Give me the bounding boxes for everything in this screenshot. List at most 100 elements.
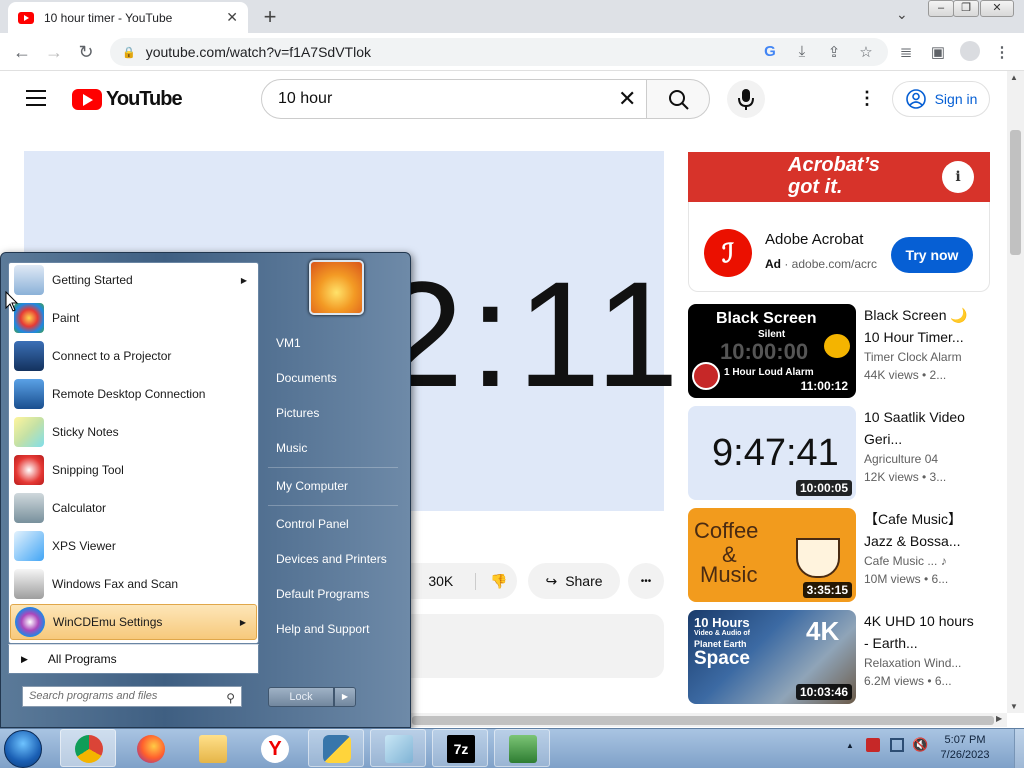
start-item-remote-desktop[interactable]: Remote Desktop Connection: [10, 376, 257, 412]
start-item-sticky-notes[interactable]: Sticky Notes: [10, 414, 257, 450]
more-actions-button[interactable]: •••: [628, 563, 664, 599]
ad-try-now-button[interactable]: Try now: [891, 237, 973, 273]
taskbar-explorer[interactable]: [184, 729, 240, 767]
start-item-paint[interactable]: Paint: [10, 300, 257, 336]
settings-kebab-icon[interactable]: ⋮: [858, 88, 876, 109]
volume-muted-icon[interactable]: 🔇: [912, 737, 928, 753]
scroll-up-arrow-icon[interactable]: ▲: [1010, 73, 1018, 82]
video-title[interactable]: 4K UHD 10 hours - Earth...: [864, 610, 974, 654]
start-right-pictures[interactable]: Pictures: [266, 399, 402, 427]
clear-search-icon[interactable]: ✕: [618, 86, 636, 112]
tab-search-chevron-icon[interactable]: ⌄: [896, 6, 908, 23]
video-thumbnail[interactable]: Coffee & Music 3:35:15: [688, 508, 856, 602]
channel-name[interactable]: Timer Clock Alarm: [864, 350, 974, 364]
show-hidden-icons-arrow-icon[interactable]: ▲: [846, 741, 854, 750]
start-right-documents[interactable]: Documents: [266, 364, 402, 392]
start-search-input[interactable]: Search programs and files ⚲: [22, 686, 242, 707]
search-button[interactable]: [646, 79, 710, 119]
search-input[interactable]: 10 hour: [261, 79, 647, 119]
forward-arrow-icon[interactable]: →: [42, 40, 66, 64]
start-right-control-panel[interactable]: Control Panel: [266, 510, 402, 538]
start-right-user[interactable]: VM1: [266, 329, 402, 357]
browser-tab[interactable]: 10 hour timer - YouTube ✕: [8, 2, 248, 33]
start-item-calculator[interactable]: Calculator: [10, 490, 257, 526]
video-thumbnail[interactable]: Black Screen Silent 10:00:00 1 Hour Loud…: [688, 304, 856, 398]
ad-info-icon[interactable]: i: [942, 161, 974, 193]
start-right-separator: [268, 467, 398, 468]
video-title[interactable]: Black Screen 🌙 10 Hour Timer...: [864, 304, 974, 348]
side-panel-icon[interactable]: ▣: [928, 43, 948, 61]
shutdown-options-arrow-icon[interactable]: ▶: [334, 687, 356, 707]
taskbar-yandex[interactable]: Y: [246, 729, 302, 767]
start-item-snipping-tool[interactable]: Snipping Tool: [10, 452, 257, 488]
hamburger-menu-icon[interactable]: [26, 90, 46, 106]
lock-button[interactable]: Lock: [268, 687, 334, 707]
taskbar-firefox[interactable]: [122, 729, 178, 767]
all-programs-button[interactable]: ▶ All Programs: [8, 644, 259, 674]
show-desktop-button[interactable]: [1014, 729, 1024, 768]
channel-name[interactable]: Cafe Music ... ♪: [864, 554, 974, 568]
vertical-scroll-thumb[interactable]: [1010, 130, 1021, 255]
video-thumbnail[interactable]: 9:47:41 10:00:05: [688, 406, 856, 500]
description-box[interactable]: [400, 614, 664, 678]
like-button[interactable]: 30K 👎: [395, 563, 517, 599]
reload-icon[interactable]: ↻: [74, 40, 98, 64]
youtube-logo[interactable]: YouTube: [72, 88, 183, 111]
recommendation-item[interactable]: Coffee & Music 3:35:15 【Cafe Music】 Jazz…: [688, 508, 990, 604]
install-icon[interactable]: ⤓: [792, 43, 812, 60]
start-right-help-support[interactable]: Help and Support: [266, 615, 402, 643]
start-right-default-programs[interactable]: Default Programs: [266, 580, 402, 608]
user-avatar[interactable]: [309, 260, 364, 315]
duration-badge: 10:03:46: [795, 684, 852, 700]
scroll-down-arrow-icon[interactable]: ▼: [1010, 702, 1018, 711]
view-count: 44K views • 2...: [864, 368, 947, 382]
taskbar-notepad[interactable]: [370, 729, 426, 767]
back-arrow-icon[interactable]: ←: [10, 40, 34, 64]
taskbar-python[interactable]: [308, 729, 364, 767]
close-window-icon[interactable]: ✕: [980, 0, 1014, 17]
scroll-right-arrow-icon[interactable]: ▶: [996, 714, 1002, 723]
bookmark-star-icon[interactable]: ☆: [856, 43, 876, 61]
channel-name[interactable]: Agriculture 04: [864, 452, 974, 466]
start-right-devices-printers[interactable]: Devices and Printers: [266, 545, 402, 573]
start-orb-windows-icon[interactable]: [4, 730, 42, 768]
recommendation-item[interactable]: Black Screen Silent 10:00:00 1 Hour Loud…: [688, 304, 990, 400]
minimize-icon[interactable]: –: [928, 0, 954, 17]
start-item-xps-viewer[interactable]: XPS Viewer: [10, 528, 257, 564]
dislike-icon[interactable]: 👎: [475, 572, 508, 590]
channel-name[interactable]: Relaxation Wind...: [864, 656, 974, 670]
media-queue-icon[interactable]: ≣: [896, 43, 916, 61]
ad-advertiser[interactable]: Adobe Acrobat: [765, 231, 863, 248]
chrome-menu-icon[interactable]: ⋮: [992, 43, 1012, 61]
taskbar-chrome[interactable]: [60, 729, 116, 767]
thumb-text: 10 Hours: [694, 615, 750, 630]
start-item-connect-projector[interactable]: Connect to a Projector: [10, 338, 257, 374]
voice-search-button[interactable]: [727, 80, 765, 118]
network-icon[interactable]: [890, 738, 904, 752]
video-thumbnail[interactable]: 10 Hours Video & Audio of Planet Earth S…: [688, 610, 856, 704]
start-right-music[interactable]: Music: [266, 434, 402, 462]
horizontal-scroll-thumb[interactable]: [412, 716, 994, 725]
maximize-icon[interactable]: ❐: [953, 0, 979, 17]
share-button[interactable]: ↪ Share: [528, 563, 620, 599]
start-item-wincdemu-settings[interactable]: WinCDEmu Settings ▶: [10, 604, 257, 640]
taskbar-7zip[interactable]: 7z: [432, 729, 488, 767]
taskbar-clock[interactable]: 5:07 PM 7/26/2023: [930, 733, 1000, 763]
tab-close-icon[interactable]: ✕: [226, 9, 238, 26]
sign-in-button[interactable]: Sign in: [892, 81, 990, 117]
video-title[interactable]: 10 Saatlik Video Geri...: [864, 406, 974, 450]
start-search-placeholder: Search programs and files: [29, 690, 158, 702]
profile-icon[interactable]: [960, 41, 980, 61]
recommendation-item[interactable]: 10 Hours Video & Audio of Planet Earth S…: [688, 610, 990, 706]
action-center-flag-icon[interactable]: [866, 738, 880, 752]
google-lens-icon[interactable]: G: [760, 43, 780, 60]
start-item-getting-started[interactable]: Getting Started ▶: [10, 262, 257, 298]
recommendation-item[interactable]: 9:47:41 10:00:05 10 Saatlik Video Geri..…: [688, 406, 990, 502]
taskbar-monitor-app[interactable]: [494, 729, 550, 767]
new-tab-button[interactable]: +: [258, 4, 282, 30]
start-item-fax-scan[interactable]: Windows Fax and Scan: [10, 566, 257, 602]
ad-banner[interactable]: Acrobat’s got it. i: [688, 152, 990, 202]
start-right-my-computer[interactable]: My Computer: [266, 472, 402, 500]
share-page-icon[interactable]: ⇪: [824, 43, 844, 61]
video-title[interactable]: 【Cafe Music】 Jazz & Bossa...: [864, 508, 974, 552]
